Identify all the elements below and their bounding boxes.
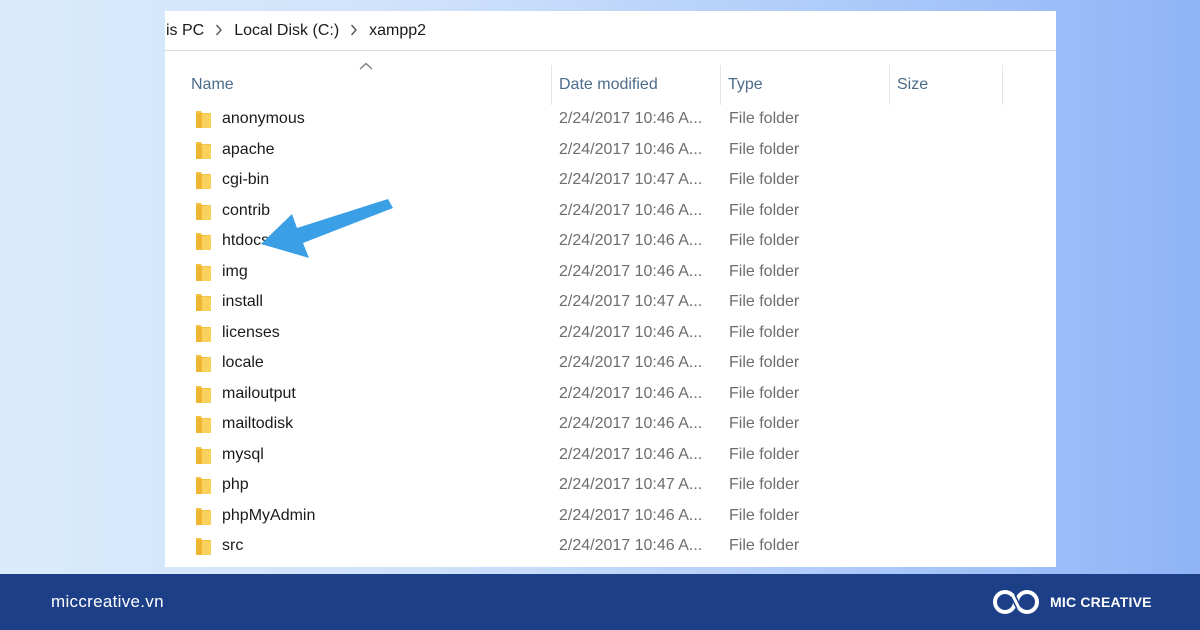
- file-list: anonymous 2/24/2017 10:46 A... File folder…: [165, 104, 1056, 562]
- file-row[interactable]: mailtodisk 2/24/2017 10:46 A... File folde…: [165, 409, 1056, 440]
- file-date-modified: 2/24/2017 10:46 A...: [559, 354, 703, 371]
- file-row[interactable]: apache 2/24/2017 10:46 A... File folder: [165, 135, 1056, 166]
- file-name: locale: [222, 354, 264, 371]
- file-type: File folder: [729, 537, 800, 554]
- file-row[interactable]: install 2/24/2017 10:47 A... File folder: [165, 287, 1056, 318]
- file-row[interactable]: php 2/24/2017 10:47 A... File folder: [165, 470, 1056, 501]
- file-date-modified: 2/24/2017 10:47 A...: [559, 171, 703, 188]
- file-name: phpMyAdmin: [222, 506, 316, 524]
- folder-icon: [196, 141, 212, 164]
- file-date-modified: 2/24/2017 10:46 A...: [559, 323, 703, 341]
- file-row[interactable]: licenses 2/24/2017 10:46 A... File folder: [165, 318, 1056, 349]
- breadcrumb-xampp2[interactable]: xampp2: [369, 22, 426, 40]
- file-date-modified: 2/24/2017 10:46 A...: [559, 445, 703, 463]
- file-name: cgi-bin: [222, 171, 270, 188]
- file-row[interactable]: mysql 2/24/2017 10:46 A... File folder: [165, 440, 1056, 471]
- column-header-name[interactable]: Name: [183, 65, 549, 105]
- file-type: File folder: [729, 384, 800, 402]
- file-date-modified: 2/24/2017 10:46 A...: [559, 201, 703, 219]
- file-date-modified: 2/24/2017 10:46 A...: [559, 537, 703, 554]
- column-header-size[interactable]: Size: [889, 65, 1001, 105]
- file-type: File folder: [729, 415, 800, 432]
- brand[interactable]: MIC CREATIVE: [992, 587, 1152, 617]
- file-explorer-window: is PC Local Disk (C:) xampp2 Name Date m…: [165, 11, 1056, 567]
- file-name: src: [222, 537, 244, 554]
- chevron-right-icon[interactable]: [339, 22, 369, 40]
- column-header-date-modified[interactable]: Date modified: [551, 65, 719, 105]
- file-type: File folder: [729, 140, 800, 158]
- file-date-modified: 2/24/2017 10:46 A...: [559, 415, 703, 432]
- column-header-type[interactable]: Type: [720, 65, 888, 105]
- folder-icon: [196, 416, 212, 438]
- file-name: apache: [222, 140, 275, 158]
- folder-icon: [196, 446, 212, 469]
- file-date-modified: 2/24/2017 10:47 A...: [559, 476, 703, 493]
- file-name: anonymous: [222, 110, 305, 127]
- file-row[interactable]: locale 2/24/2017 10:46 A... File folder: [165, 348, 1056, 379]
- folder-icon: [196, 233, 212, 255]
- pointer-arrow-icon: [261, 199, 393, 258]
- file-type: File folder: [729, 171, 800, 188]
- chevron-right-icon[interactable]: [204, 22, 234, 40]
- file-date-modified: 2/24/2017 10:46 A...: [559, 506, 703, 524]
- file-row[interactable]: phpMyAdmin 2/24/2017 10:46 A... File folde…: [165, 501, 1056, 532]
- file-type: File folder: [729, 201, 800, 219]
- file-date-modified: 2/24/2017 10:47 A...: [559, 293, 703, 310]
- folder-icon: [196, 477, 212, 499]
- file-type: File folder: [729, 232, 800, 249]
- folder-icon: [196, 202, 212, 225]
- site-url[interactable]: miccreative.vn: [51, 574, 164, 630]
- file-type: File folder: [729, 110, 800, 127]
- file-row[interactable]: src 2/24/2017 10:46 A... File folder: [165, 531, 1056, 562]
- column-divider[interactable]: [1002, 65, 1003, 105]
- breadcrumb: is PC Local Disk (C:) xampp2: [165, 11, 1056, 51]
- folder-icon: [196, 355, 212, 377]
- file-type: File folder: [729, 476, 800, 493]
- folder-icon: [196, 172, 212, 194]
- mic-logo-icon: [993, 590, 1039, 614]
- file-type: File folder: [729, 445, 800, 463]
- file-date-modified: 2/24/2017 10:46 A...: [559, 140, 703, 158]
- file-row[interactable]: anonymous 2/24/2017 10:46 A... File folder: [165, 104, 1056, 135]
- brand-name: MIC CREATIVE: [1050, 594, 1152, 610]
- folder-icon: [196, 324, 212, 347]
- file-name: img: [222, 262, 248, 280]
- file-type: File folder: [729, 354, 800, 371]
- file-type: File folder: [729, 323, 800, 341]
- folder-icon: [196, 294, 212, 316]
- file-date-modified: 2/24/2017 10:46 A...: [559, 232, 703, 249]
- file-name: mysql: [222, 445, 264, 463]
- file-type: File folder: [729, 262, 800, 280]
- file-date-modified: 2/24/2017 10:46 A...: [559, 262, 703, 280]
- file-row[interactable]: cgi-bin 2/24/2017 10:47 A... File folder: [165, 165, 1056, 196]
- folder-icon: [196, 385, 212, 408]
- file-type: File folder: [729, 506, 800, 524]
- folder-icon: [196, 538, 212, 560]
- folder-icon: [196, 507, 212, 530]
- file-name: install: [222, 293, 263, 310]
- file-type: File folder: [729, 293, 800, 310]
- file-name: php: [222, 476, 249, 493]
- file-name: mailtodisk: [222, 415, 294, 432]
- footer-bar: miccreative.vn MIC CREATIVE: [0, 574, 1200, 630]
- file-name: mailoutput: [222, 384, 296, 402]
- breadcrumb-this-pc[interactable]: is PC: [166, 22, 204, 40]
- file-row[interactable]: mailoutput 2/24/2017 10:46 A... File folde…: [165, 379, 1056, 410]
- file-date-modified: 2/24/2017 10:46 A...: [559, 110, 703, 127]
- file-date-modified: 2/24/2017 10:46 A...: [559, 384, 703, 402]
- folder-icon: [196, 263, 212, 286]
- breadcrumb-local-disk[interactable]: Local Disk (C:): [234, 22, 339, 40]
- file-name: licenses: [222, 323, 280, 341]
- folder-icon: [196, 111, 212, 133]
